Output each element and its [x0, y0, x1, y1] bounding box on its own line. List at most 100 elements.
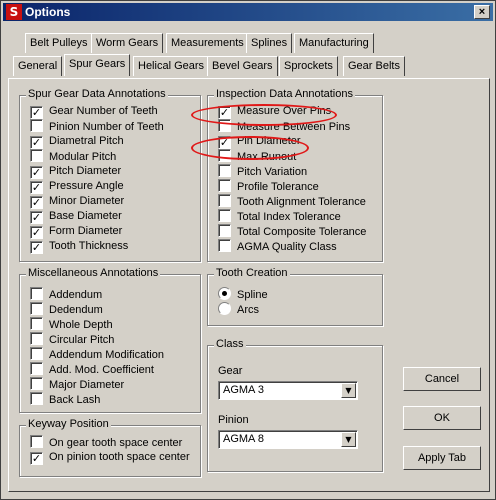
options-dialog: S Options × Belt Pulleys Worm Gears Meas… — [0, 0, 496, 500]
checkbox[interactable] — [218, 179, 231, 192]
checkbox-checked[interactable]: ✓ — [30, 166, 43, 179]
checkbox-row[interactable]: Total Index Tolerance — [218, 209, 341, 224]
checkbox-row[interactable]: ✓ Pitch Diameter — [30, 164, 121, 179]
checkbox-checked[interactable]: ✓ — [30, 452, 43, 465]
checkbox[interactable] — [30, 317, 43, 330]
checkbox[interactable] — [30, 362, 43, 375]
spur-gear-data-group: Spur Gear Data Annotations ✓ Gear Number … — [19, 88, 201, 262]
checkbox[interactable] — [30, 332, 43, 345]
checkbox-label: Circular Pitch — [49, 334, 115, 346]
checkbox-row[interactable]: Max Runout — [218, 149, 296, 164]
tab-general[interactable]: General — [13, 56, 63, 76]
checkbox-checked[interactable]: ✓ — [30, 241, 43, 254]
tab-manufacturing[interactable]: Manufacturing — [294, 33, 374, 53]
tab-bevel-gears[interactable]: Bevel Gears — [207, 56, 278, 76]
checkbox[interactable] — [218, 119, 231, 132]
tab-spur-gears[interactable]: Spur Gears — [64, 54, 131, 76]
tab-gear-belts[interactable]: Gear Belts — [343, 56, 405, 76]
checkbox[interactable] — [218, 149, 231, 162]
pinion-class-select[interactable]: AGMA 8 ▼ — [218, 430, 358, 449]
checkbox-label: Addendum — [49, 289, 103, 301]
checkbox-row[interactable]: ✓ Base Diameter — [30, 209, 122, 224]
tab-panel: Spur Gear Data Annotations ✓ Gear Number … — [8, 78, 490, 492]
checkbox-checked[interactable]: ✓ — [30, 211, 43, 224]
tab-helical-gears[interactable]: Helical Gears — [133, 56, 210, 76]
checkbox-row[interactable]: ✓ Gear Number of Teeth — [30, 104, 158, 119]
checkbox[interactable] — [30, 149, 43, 162]
checkbox-row[interactable]: Pinion Number of Teeth — [30, 119, 164, 134]
checkbox-checked[interactable]: ✓ — [218, 136, 231, 149]
ok-button[interactable]: OK — [403, 406, 481, 430]
checkbox-row[interactable]: Pitch Variation — [218, 164, 307, 179]
checkbox[interactable] — [30, 287, 43, 300]
checkbox-row[interactable]: Tooth Alignment Tolerance — [218, 194, 366, 209]
checkbox[interactable] — [218, 239, 231, 252]
checkbox[interactable] — [30, 347, 43, 360]
checkbox-label: Addendum Modification — [49, 349, 164, 361]
gear-class-select[interactable]: AGMA 3 ▼ — [218, 381, 358, 400]
checkbox-row[interactable]: ✓ Tooth Thickness — [30, 239, 128, 254]
checkbox[interactable] — [30, 119, 43, 132]
checkbox[interactable] — [218, 209, 231, 222]
checkbox-row[interactable]: Modular Pitch — [30, 149, 116, 164]
checkbox-checked[interactable]: ✓ — [30, 226, 43, 239]
chevron-down-icon[interactable]: ▼ — [341, 432, 356, 447]
checkbox-label: Back Lash — [49, 394, 101, 406]
radio-button[interactable] — [218, 302, 231, 315]
tab-splines[interactable]: Splines — [246, 33, 293, 53]
radio-arcs[interactable]: Arcs — [218, 302, 259, 317]
checkbox-row[interactable]: Circular Pitch — [30, 332, 114, 347]
checkbox[interactable] — [30, 302, 43, 315]
checkbox-row[interactable]: Back Lash — [30, 392, 100, 407]
checkbox-checked[interactable]: ✓ — [30, 196, 43, 209]
tab-sprockets[interactable]: Sprockets — [279, 56, 338, 76]
checkbox-checked[interactable]: ✓ — [30, 106, 43, 119]
checkbox-label: Max Runout — [237, 151, 297, 163]
checkbox-label: Tooth Thickness — [49, 240, 129, 252]
checkbox-row[interactable]: ✓ On pinion tooth space center — [30, 450, 190, 465]
radio-button[interactable] — [218, 287, 231, 300]
checkbox[interactable] — [218, 194, 231, 207]
close-button[interactable]: × — [474, 5, 490, 19]
checkbox-row[interactable]: Measure Between Pins — [218, 119, 350, 134]
checkbox[interactable] — [30, 435, 43, 448]
checkbox-checked[interactable]: ✓ — [30, 136, 43, 149]
tab-worm-gears[interactable]: Worm Gears — [91, 33, 164, 53]
checkbox-row[interactable]: Dedendum — [30, 302, 103, 317]
checkbox-row[interactable]: On gear tooth space center — [30, 435, 182, 450]
checkbox-label: Base Diameter — [49, 210, 122, 222]
apply-tab-button[interactable]: Apply Tab — [403, 446, 481, 470]
checkbox-row[interactable]: ✓ Form Diameter — [30, 224, 122, 239]
checkbox-label: Dedendum — [49, 304, 103, 316]
checkbox[interactable] — [30, 392, 43, 405]
checkbox-row[interactable]: AGMA Quality Class — [218, 239, 337, 254]
checkbox-row[interactable]: Major Diameter — [30, 377, 124, 392]
radio-spline[interactable]: Spline — [218, 287, 268, 302]
chevron-down-icon[interactable]: ▼ — [341, 383, 356, 398]
cancel-button[interactable]: Cancel — [403, 367, 481, 391]
checkbox-label: Total Index Tolerance — [237, 211, 341, 223]
tab-measurements[interactable]: Measurements — [166, 33, 249, 53]
checkbox-label: Profile Tolerance — [237, 181, 319, 193]
checkbox-row[interactable]: ✓ Pressure Angle — [30, 179, 124, 194]
title-bar[interactable]: S Options × — [3, 3, 493, 21]
checkbox-row[interactable]: Total Composite Tolerance — [218, 224, 366, 239]
checkbox-row[interactable]: ✓ Measure Over Pins — [218, 104, 331, 119]
checkbox-checked[interactable]: ✓ — [30, 181, 43, 194]
checkbox[interactable] — [218, 164, 231, 177]
checkbox-row[interactable]: Whole Depth — [30, 317, 113, 332]
checkbox-row[interactable]: Addendum Modification — [30, 347, 164, 362]
checkbox-row[interactable]: ✓ Diametral Pitch — [30, 134, 124, 149]
checkbox-row[interactable]: Profile Tolerance — [218, 179, 319, 194]
checkbox[interactable] — [30, 377, 43, 390]
gear-class-value: AGMA 3 — [223, 384, 264, 396]
checkbox-row[interactable]: Addendum — [30, 287, 102, 302]
app-logo-icon: S — [6, 4, 22, 20]
checkbox-label: On gear tooth space center — [49, 437, 183, 449]
tab-belt-pulleys[interactable]: Belt Pulleys — [25, 33, 93, 53]
checkbox-row[interactable]: ✓ Minor Diameter — [30, 194, 124, 209]
checkbox-checked[interactable]: ✓ — [218, 106, 231, 119]
checkbox[interactable] — [218, 224, 231, 237]
checkbox-row[interactable]: Add. Mod. Coefficient — [30, 362, 154, 377]
checkbox-row[interactable]: ✓ Pin Diameter — [218, 134, 301, 149]
